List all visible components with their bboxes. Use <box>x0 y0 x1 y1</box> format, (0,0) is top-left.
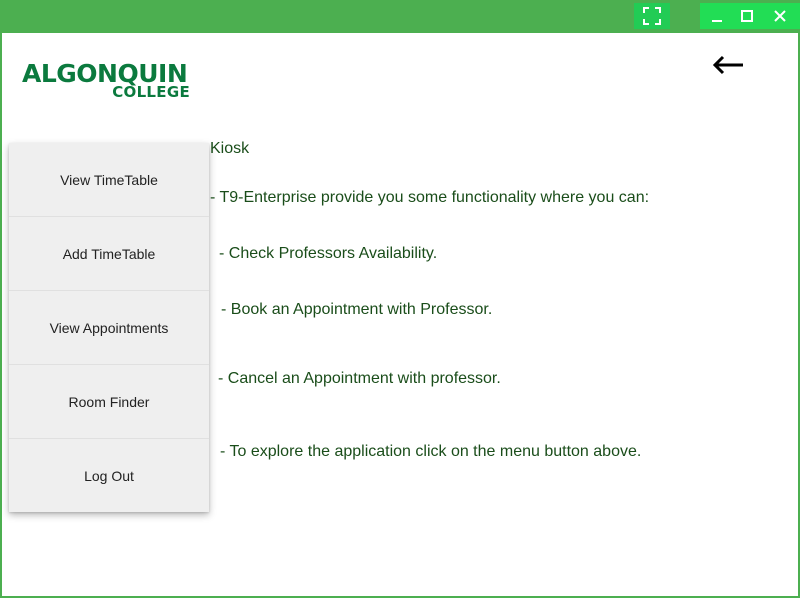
arrow-left-icon <box>712 55 743 75</box>
intro-text: - T9-Enterprise provide you some functio… <box>210 189 650 206</box>
algonquin-college-logo: ALGONQUIN COLLEGE <box>22 60 192 104</box>
fullscreen-button[interactable] <box>634 3 670 29</box>
close-button[interactable] <box>764 3 796 29</box>
add-timetable-button[interactable]: Add TimeTable <box>9 217 209 291</box>
title-bar <box>0 0 800 33</box>
view-appointments-button[interactable]: View Appointments <box>9 291 209 365</box>
back-button[interactable] <box>710 52 746 78</box>
feature-item: - Book an Appointment with Professor. <box>221 301 493 318</box>
minimize-button[interactable] <box>702 3 732 29</box>
feature-item: - To explore the application click on th… <box>220 443 642 460</box>
page-title: Kiosk <box>210 140 250 157</box>
view-timetable-button[interactable]: View TimeTable <box>9 143 209 217</box>
feature-item: - Cancel an Appointment with professor. <box>218 370 501 387</box>
side-menu: View TimeTable Add TimeTable View Appoin… <box>9 143 209 512</box>
minimize-icon <box>712 20 722 22</box>
feature-item: - Check Professors Availability. <box>219 245 438 262</box>
room-finder-button[interactable]: Room Finder <box>9 365 209 439</box>
close-icon <box>774 10 786 22</box>
maximize-icon <box>741 10 753 22</box>
maximize-button[interactable] <box>732 3 762 29</box>
logo-line-2: COLLEGE <box>112 83 190 101</box>
fullscreen-icon <box>643 7 661 25</box>
log-out-button[interactable]: Log Out <box>9 439 209 512</box>
